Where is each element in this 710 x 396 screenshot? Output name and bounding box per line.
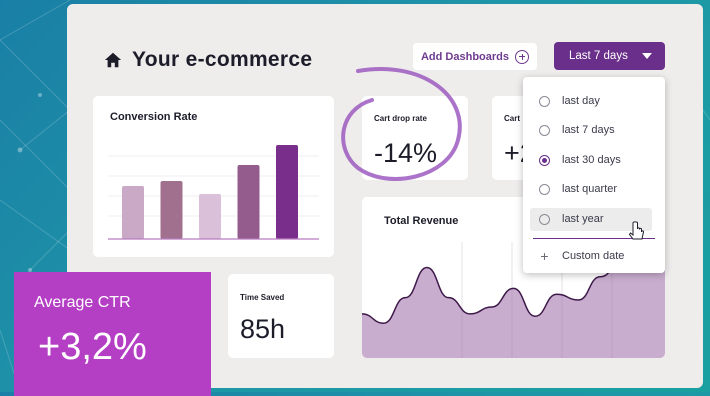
bar-4 (237, 165, 260, 239)
plus-circle-icon (515, 49, 529, 64)
caret-down-icon (641, 53, 652, 59)
option-label: last day (562, 95, 600, 107)
option-label: last quarter (562, 183, 618, 195)
date-range-label: Last 7 days (569, 50, 628, 62)
option-label: last 7 days (562, 124, 615, 136)
page-header: Your e-commerce (104, 48, 312, 72)
radio-icon (539, 124, 550, 136)
plus-icon: + (540, 248, 549, 264)
date-range-dropdown[interactable]: Last 7 days (554, 42, 665, 70)
cart-drop-card[interactable]: Cart drop rate -14% (362, 96, 468, 180)
bar-1 (122, 186, 144, 239)
average-ctr-card[interactable]: Average CTR +3,2% (14, 272, 211, 396)
option-label: last 30 days (562, 154, 621, 166)
add-dashboards-button[interactable]: Add Dashboards (413, 43, 537, 70)
cart-drop-value: -14% (374, 138, 438, 168)
option-last-30-days[interactable]: last 30 days (539, 150, 621, 170)
average-ctr-value: +3,2% (38, 326, 147, 368)
conversion-rate-card[interactable]: Conversion Rate (93, 96, 334, 257)
cart-drop-label: Cart drop rate (374, 114, 427, 123)
option-label: Custom date (562, 250, 625, 262)
bar-2 (160, 181, 183, 239)
option-last-day[interactable]: last day (539, 91, 600, 111)
bar-3 (199, 194, 221, 239)
option-label: last year (562, 213, 604, 225)
radio-selected-icon (539, 154, 550, 166)
average-ctr-title: Average CTR (34, 294, 131, 311)
option-last-year[interactable]: last year (539, 209, 604, 229)
time-saved-card[interactable]: Time Saved 85h (228, 274, 334, 358)
time-saved-value: 85h (240, 314, 286, 344)
page-title: Your e-commerce (132, 48, 313, 71)
time-saved-label: Time Saved (240, 293, 285, 302)
radio-icon (539, 213, 550, 225)
radio-icon (539, 183, 550, 195)
cart-secondary-label: Cart (504, 114, 521, 123)
option-last-7-days[interactable]: last 7 days (539, 120, 615, 140)
radio-icon (539, 95, 550, 107)
add-dashboards-label: Add Dashboards (420, 50, 509, 63)
option-last-quarter[interactable]: last quarter (539, 179, 617, 199)
option-custom-date[interactable]: + Custom date (539, 246, 624, 266)
conversion-bar-chart (108, 145, 319, 240)
home-icon (104, 52, 122, 68)
date-range-menu: last day last 7 days last 30 days last q… (523, 77, 665, 273)
mouse-cursor-icon (628, 221, 645, 240)
bar-5 (276, 145, 298, 239)
